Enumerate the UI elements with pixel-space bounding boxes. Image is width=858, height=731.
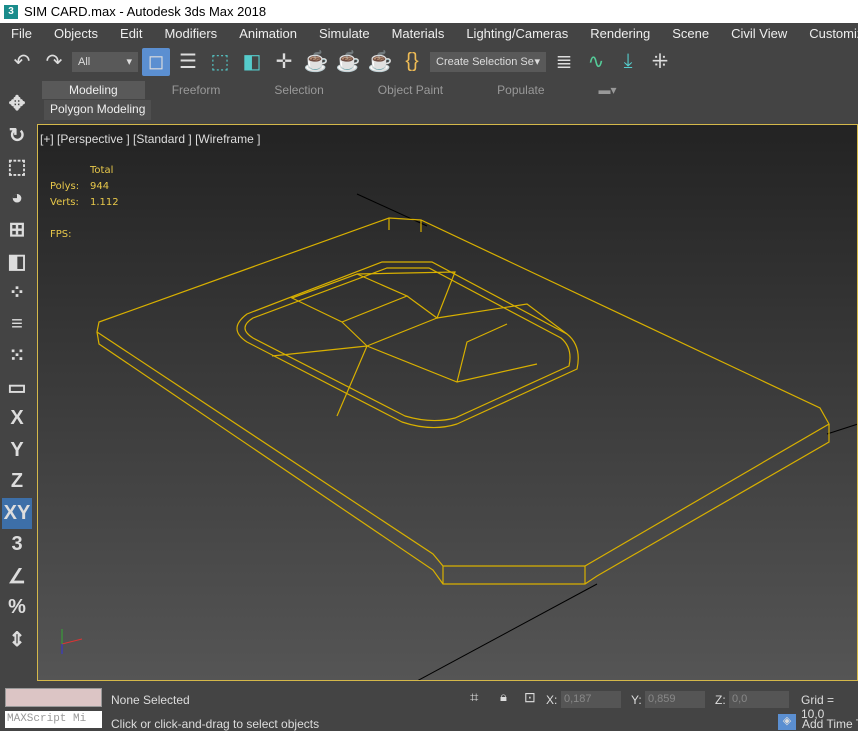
main-toolbar: ↶ ↷ All ▾ ◻ ☰ ⬚ ◧ ✛ ☕ ☕ ☕ {} Create Selec…: [0, 44, 858, 79]
menu-simulate[interactable]: Simulate: [308, 26, 381, 41]
menu-materials[interactable]: Materials: [381, 26, 456, 41]
measure-icon[interactable]: ▭: [2, 372, 32, 404]
render-frame-icon[interactable]: ☕: [334, 48, 362, 76]
absolute-mode-icon[interactable]: ⊡: [524, 689, 536, 706]
menu-animation[interactable]: Animation: [228, 26, 308, 41]
axis-xy-button[interactable]: XY: [2, 497, 32, 529]
undo-icon[interactable]: ↶: [8, 48, 36, 76]
tab-selection[interactable]: Selection: [247, 83, 350, 97]
align-icon[interactable]: ≡: [2, 309, 32, 341]
y-label: Y:: [631, 693, 642, 707]
spacing-icon[interactable]: ⁙: [2, 340, 32, 372]
menu-lighting-cameras[interactable]: Lighting/Cameras: [455, 26, 579, 41]
title-bar: 3 SIM CARD.max - Autodesk 3ds Max 2018: [0, 0, 858, 23]
polygon-modeling-panel[interactable]: Polygon Modeling: [44, 100, 152, 120]
tab-object-paint[interactable]: Object Paint: [351, 83, 470, 97]
lock-icon[interactable]: 🔒︎: [500, 689, 507, 705]
y-coordinate-field[interactable]: 0,859: [645, 691, 705, 708]
toggle-ribbon-icon[interactable]: ⤓: [614, 48, 642, 76]
selection-filter-value: All: [78, 55, 91, 68]
add-time-tag-button[interactable]: Add Time Ta: [802, 717, 858, 731]
menu-modifiers[interactable]: Modifiers: [153, 26, 228, 41]
select-by-name-icon[interactable]: ☰: [174, 48, 202, 76]
snap-tool-icon[interactable]: ⊞: [2, 214, 32, 246]
perspective-viewport[interactable]: [+] [Perspective ] [Standard ] [Wirefram…: [37, 124, 858, 681]
snap-3d-icon[interactable]: 3: [2, 529, 32, 561]
selection-set-value: Create Selection Se: [436, 55, 534, 68]
move-icon[interactable]: ✛: [270, 48, 298, 76]
z-label: Z:: [715, 693, 726, 707]
menu-rendering[interactable]: Rendering: [579, 26, 661, 41]
menu-objects[interactable]: Objects: [43, 26, 109, 41]
array-icon[interactable]: ⁘: [2, 277, 32, 309]
spinner-snap-icon[interactable]: ⇕: [2, 624, 32, 656]
render-icon[interactable]: ☕: [366, 48, 394, 76]
mirror-icon[interactable]: ◧: [2, 246, 32, 278]
axis-y-button[interactable]: Y: [2, 435, 32, 467]
prompt-line: Click or click-and-drag to select object…: [111, 717, 320, 731]
z-coordinate-field[interactable]: 0,0: [729, 691, 789, 708]
axis-x-button[interactable]: X: [2, 403, 32, 435]
grid-line: [826, 423, 857, 435]
grid-line: [417, 583, 598, 680]
rotate-tool-icon[interactable]: ↻: [2, 120, 32, 152]
scale-tool-icon[interactable]: ⬚: [2, 151, 32, 183]
maxscript-mini-listener[interactable]: MAXScript Mi: [5, 711, 102, 728]
menu-edit[interactable]: Edit: [109, 26, 153, 41]
selection-filter-dropdown[interactable]: All ▾: [72, 51, 138, 72]
curve-editor-icon[interactable]: ∿: [582, 48, 610, 76]
place-tool-icon[interactable]: ◕: [2, 183, 32, 215]
schematic-view-icon[interactable]: ⁜: [646, 48, 674, 76]
status-bar: MAXScript Mi None Selected Click or clic…: [0, 683, 858, 731]
tab-modeling[interactable]: Modeling: [42, 81, 145, 99]
maxscript-listener-output[interactable]: [5, 688, 102, 707]
ribbon-options-icon[interactable]: ▬▾: [572, 83, 644, 97]
axis-z-button[interactable]: Z: [2, 466, 32, 498]
layers-icon[interactable]: ≣: [550, 48, 578, 76]
selection-status: None Selected: [111, 693, 190, 707]
sim-card-wireframe: [61, 193, 857, 680]
chip-outline: [236, 261, 579, 429]
x-coordinate-field[interactable]: 0,187: [561, 691, 621, 708]
menu-bar: File Objects Edit Modifiers Animation Si…: [0, 23, 858, 44]
redo-icon[interactable]: ↷: [40, 48, 68, 76]
chip-inner-outline: [244, 267, 571, 422]
window-crossing-icon[interactable]: ◧: [238, 48, 266, 76]
app-logo-icon: 3: [4, 4, 18, 19]
percent-snap-icon[interactable]: %: [2, 592, 32, 624]
menu-customize[interactable]: Customize: [798, 26, 858, 41]
axis-gizmo: [61, 629, 83, 654]
grid-line: [356, 193, 428, 227]
move-tool-icon[interactable]: ✥: [2, 88, 32, 120]
tab-populate[interactable]: Populate: [470, 83, 571, 97]
menu-scene[interactable]: Scene: [661, 26, 720, 41]
select-object-icon[interactable]: ◻: [142, 47, 170, 76]
left-toolbar: ✥ ↻ ⬚ ◕ ⊞ ◧ ⁘ ≡ ⁙ ▭ X Y Z XY 3 ∠ % ⇕: [0, 88, 34, 683]
render-setup-icon[interactable]: ☕: [302, 48, 330, 76]
rect-selection-icon[interactable]: ⬚: [206, 48, 234, 76]
angle-snap-icon[interactable]: ∠: [2, 561, 32, 593]
card-top-outline: [96, 217, 830, 567]
menu-file[interactable]: File: [0, 26, 43, 41]
menu-civil-view[interactable]: Civil View: [720, 26, 798, 41]
ribbon-tabs: Modeling Freeform Selection Object Paint…: [42, 80, 858, 100]
isolate-selection-icon[interactable]: ⌗: [470, 689, 478, 706]
x-label: X:: [546, 693, 558, 707]
card-side-outline: [96, 331, 830, 585]
tab-freeform[interactable]: Freeform: [145, 83, 248, 97]
edit-named-selection-icon[interactable]: {}: [398, 48, 426, 76]
selection-set-dropdown[interactable]: Create Selection Se ▾: [430, 51, 546, 72]
window-title: SIM CARD.max - Autodesk 3ds Max 2018: [24, 4, 267, 19]
